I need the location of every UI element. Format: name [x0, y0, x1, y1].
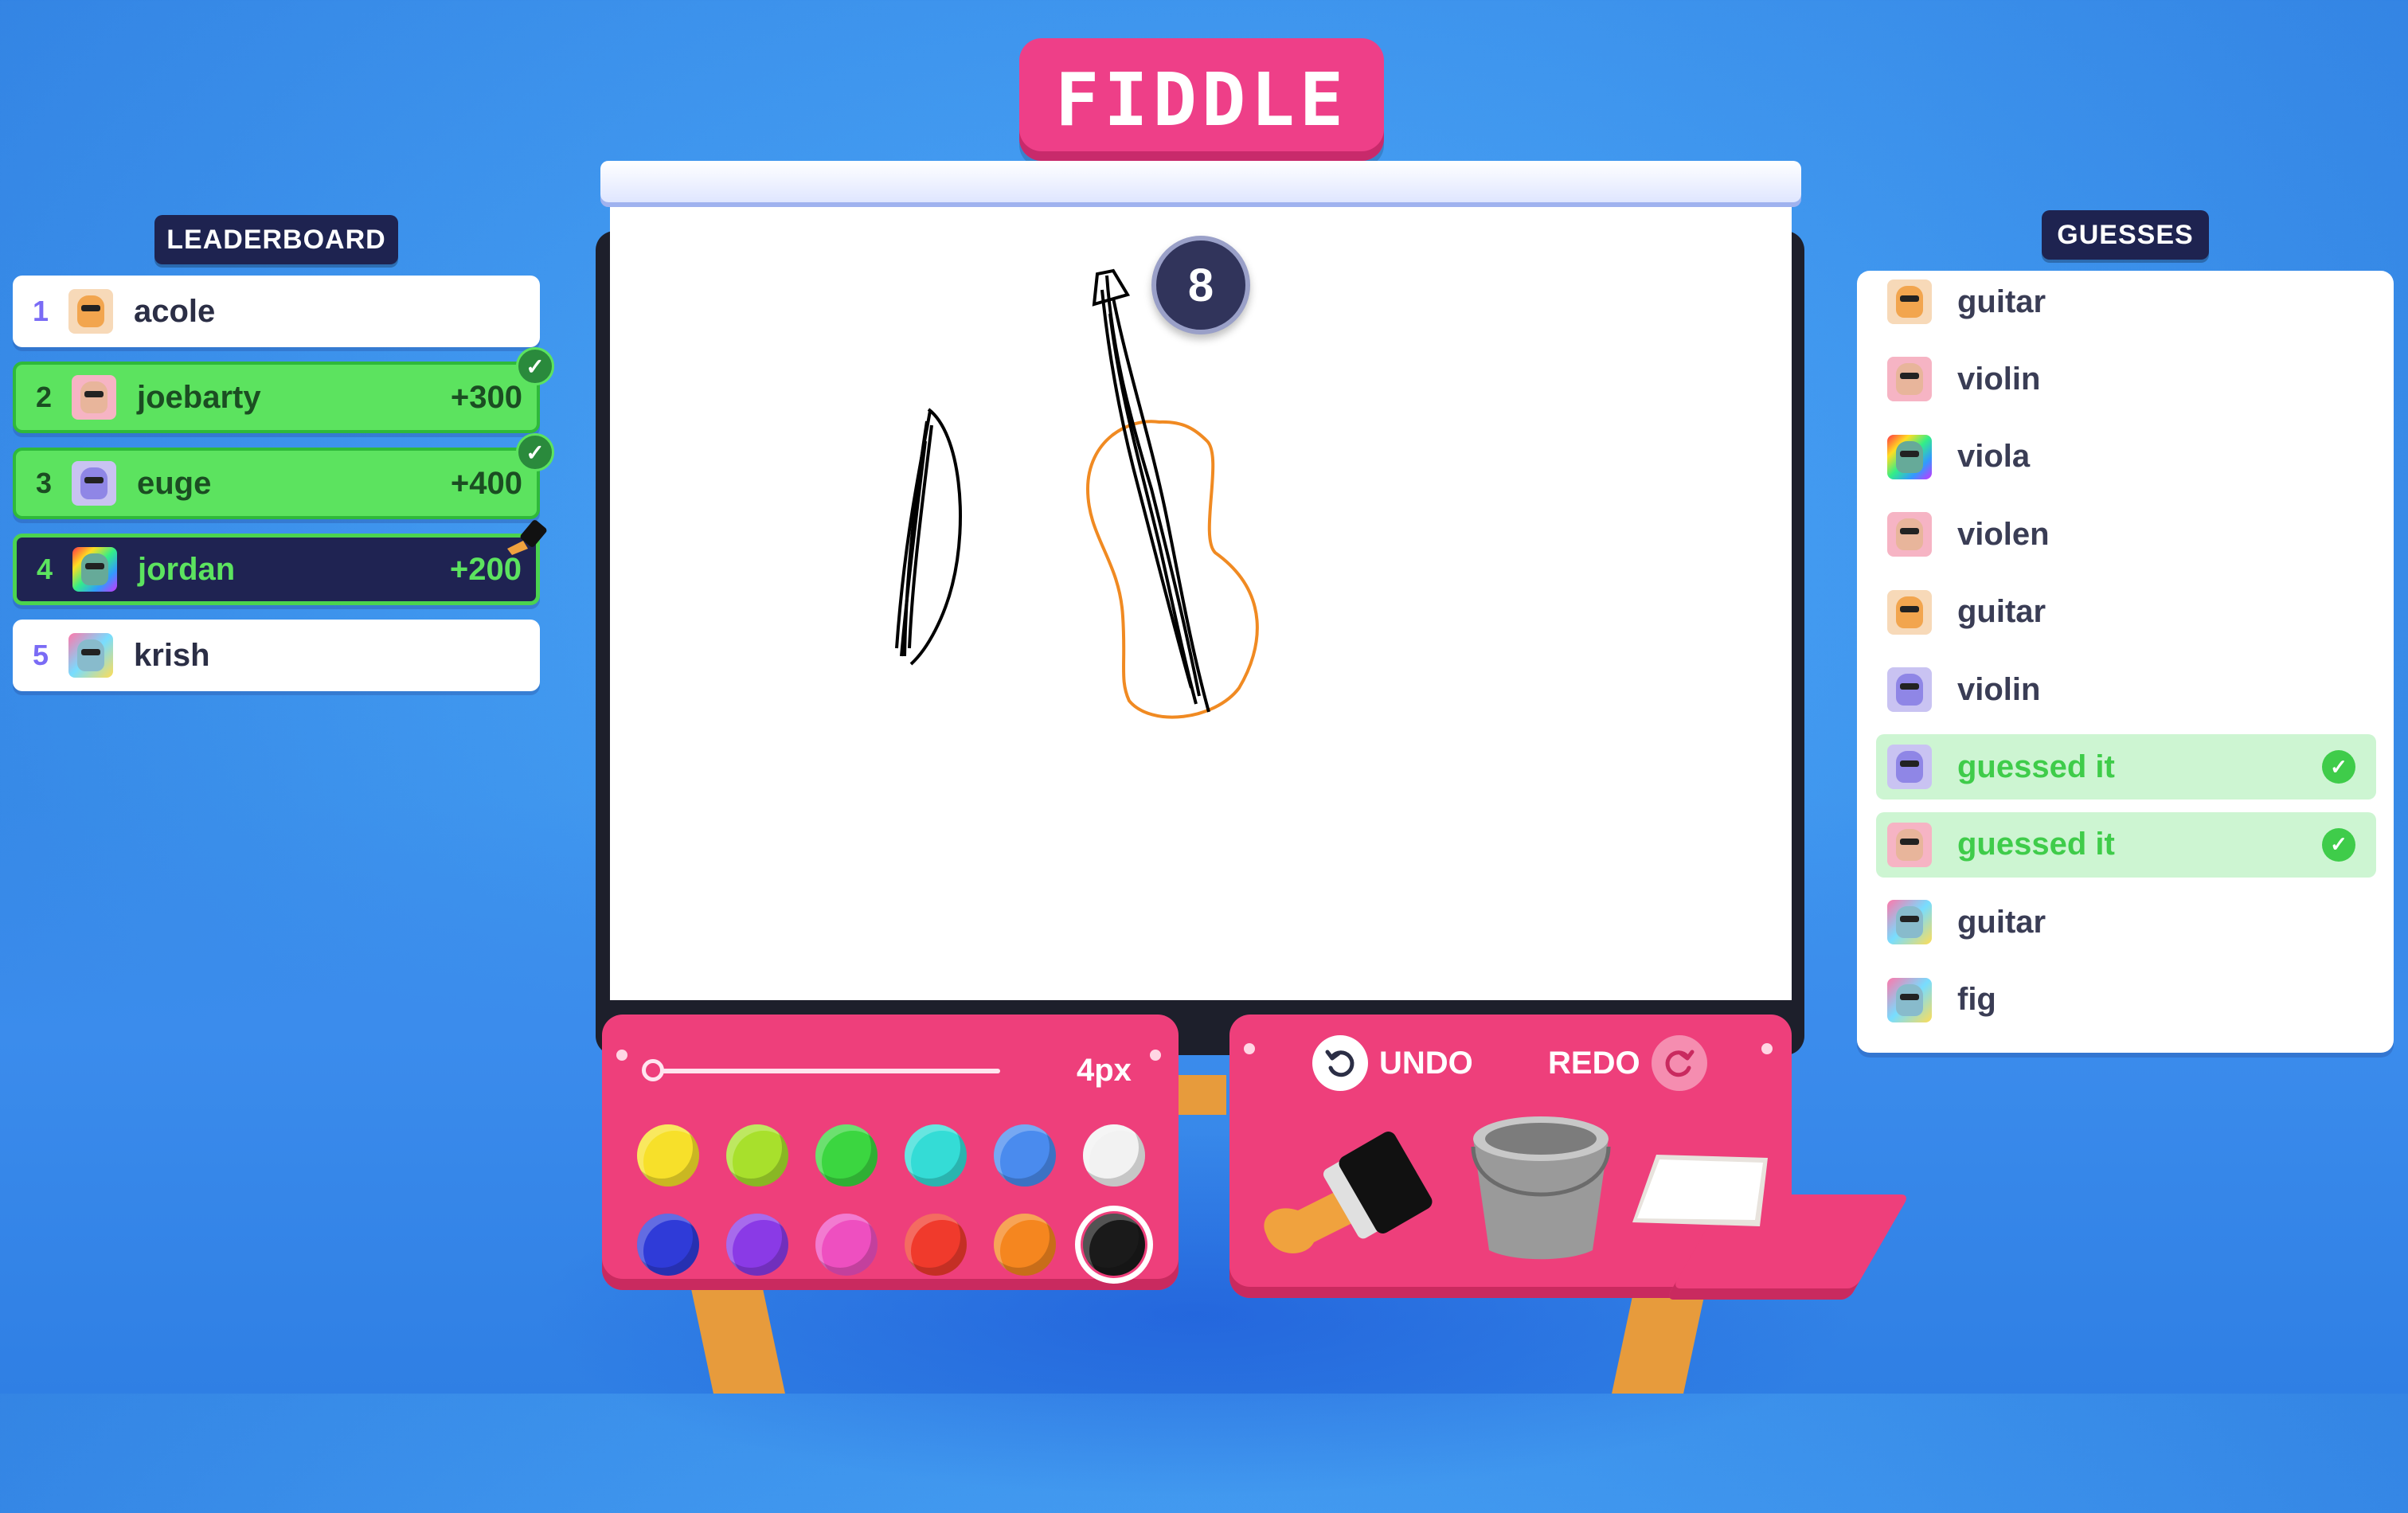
- avatar: [1887, 745, 1932, 790]
- brush-size-slider[interactable]: [653, 1069, 1000, 1073]
- leaderboard-row[interactable]: 4 jordan +200: [13, 520, 547, 605]
- bow-stroke: [895, 408, 962, 666]
- leaderboard-row[interactable]: 2 joebarty +300 ✓: [13, 347, 554, 433]
- guess-item: violin: [1876, 657, 2376, 722]
- player-rank: 1: [32, 295, 49, 327]
- player-rank: 4: [36, 553, 53, 585]
- guess-item: guitar: [1876, 269, 2376, 334]
- guess-item: fig: [1876, 968, 2376, 1033]
- player-rank: 2: [35, 381, 53, 413]
- drawing-brush-icon: [507, 520, 547, 555]
- avatar: [72, 461, 116, 506]
- avatar: [1887, 667, 1932, 712]
- player-score: +300: [450, 379, 522, 415]
- check-icon: ✓: [2322, 827, 2355, 862]
- guess-item: violen: [1876, 502, 2376, 567]
- player-score: +200: [449, 551, 522, 587]
- avatar: [1887, 900, 1932, 945]
- tray-dot: [616, 1050, 627, 1061]
- guess-item: viola: [1876, 424, 2376, 490]
- player-rank: 5: [32, 639, 49, 671]
- paintbrush-icon: [1264, 1132, 1433, 1253]
- player-rank: 3: [35, 467, 53, 499]
- guess-text: viola: [1957, 439, 2031, 475]
- color-swatch[interactable]: [905, 1124, 967, 1187]
- guess-text: guitar: [1957, 594, 2046, 630]
- avatar: [72, 547, 117, 592]
- leaderboard-row[interactable]: 1 acole: [13, 276, 540, 347]
- color-swatch[interactable]: [994, 1214, 1056, 1276]
- color-swatch[interactable]: [905, 1214, 967, 1276]
- check-icon: ✓: [516, 347, 554, 385]
- eraser-icon: [1632, 1155, 1768, 1226]
- color-swatch[interactable]: [637, 1124, 699, 1187]
- guess-text: violin: [1957, 361, 2041, 397]
- eraser-tool[interactable]: [1624, 1147, 1776, 1234]
- round-timer: 8: [1151, 236, 1250, 334]
- guess-text: violin: [1957, 671, 2041, 707]
- word-title: FIDDLE: [1019, 38, 1384, 161]
- color-swatch[interactable]: [637, 1214, 699, 1276]
- avatar: [1887, 357, 1932, 402]
- player-score: +400: [450, 465, 522, 501]
- guess-item: guitar: [1876, 889, 2376, 955]
- guess-item: guessed it ✓: [1876, 734, 2376, 800]
- leaderboard-label: LEADERBOARD: [154, 215, 398, 264]
- color-swatch[interactable]: [726, 1214, 788, 1276]
- fill-bucket-tool[interactable]: [1465, 1099, 1616, 1266]
- tray-dot: [1150, 1050, 1161, 1061]
- undo-button[interactable]: UNDO: [1312, 1035, 1473, 1091]
- color-swatch[interactable]: [815, 1214, 878, 1276]
- guess-text: guitar: [1957, 904, 2046, 940]
- avatar: [1887, 512, 1932, 557]
- color-swatch[interactable]: [726, 1124, 788, 1187]
- easel-top-bar: [600, 161, 1801, 202]
- paint-bucket-icon: [1471, 1116, 1611, 1260]
- player-name: jordan: [138, 551, 236, 587]
- avatar: [1887, 280, 1932, 324]
- color-swatch[interactable]: [994, 1124, 1056, 1187]
- redo-icon: [1651, 1035, 1707, 1091]
- leaderboard-row[interactable]: 5 krish: [13, 620, 540, 691]
- redo-label: REDO: [1548, 1045, 1640, 1081]
- guess-item: guitar: [1876, 580, 2376, 645]
- brush-tool[interactable]: [1250, 1115, 1449, 1266]
- avatar: [1887, 589, 1932, 635]
- avatar: [68, 289, 113, 334]
- guesses-label: GUESSES: [2042, 210, 2209, 260]
- guess-item: guessed it ✓: [1876, 811, 2376, 878]
- brush-size-knob[interactable]: [642, 1059, 664, 1081]
- guess-text: guessed it: [1957, 749, 2115, 784]
- check-icon: ✓: [516, 433, 554, 471]
- avatar: [1887, 434, 1932, 479]
- guess-text: guitar: [1957, 283, 2046, 319]
- player-name: krish: [134, 637, 210, 673]
- easel-leg-center: [1179, 1075, 1226, 1115]
- player-name: joebarty: [137, 379, 261, 415]
- check-icon: ✓: [2322, 750, 2355, 784]
- violin-neck-stroke: [1092, 268, 1210, 713]
- undo-icon: [1312, 1035, 1368, 1091]
- guess-text: guessed it: [1957, 827, 2115, 862]
- redo-button[interactable]: REDO: [1548, 1035, 1707, 1091]
- avatar: [72, 375, 116, 420]
- tray-dot: [1761, 1043, 1773, 1054]
- color-swatch[interactable]: [815, 1124, 878, 1187]
- guess-text: violen: [1957, 516, 2050, 552]
- color-swatch[interactable]: [1083, 1124, 1145, 1187]
- player-name: acole: [134, 293, 216, 329]
- tray-dot: [1244, 1043, 1255, 1054]
- color-swatch[interactable]: [1075, 1206, 1153, 1284]
- brush-size-label: 4px: [1077, 1053, 1132, 1088]
- avatar: [1887, 977, 1932, 1022]
- guess-text: fig: [1957, 982, 1996, 1018]
- leaderboard-row[interactable]: 3 euge +400 ✓: [13, 433, 554, 519]
- undo-label: UNDO: [1379, 1045, 1473, 1081]
- avatar: [68, 633, 113, 678]
- guess-item: violin: [1876, 346, 2376, 412]
- avatar: [1887, 822, 1932, 867]
- player-name: euge: [137, 465, 212, 501]
